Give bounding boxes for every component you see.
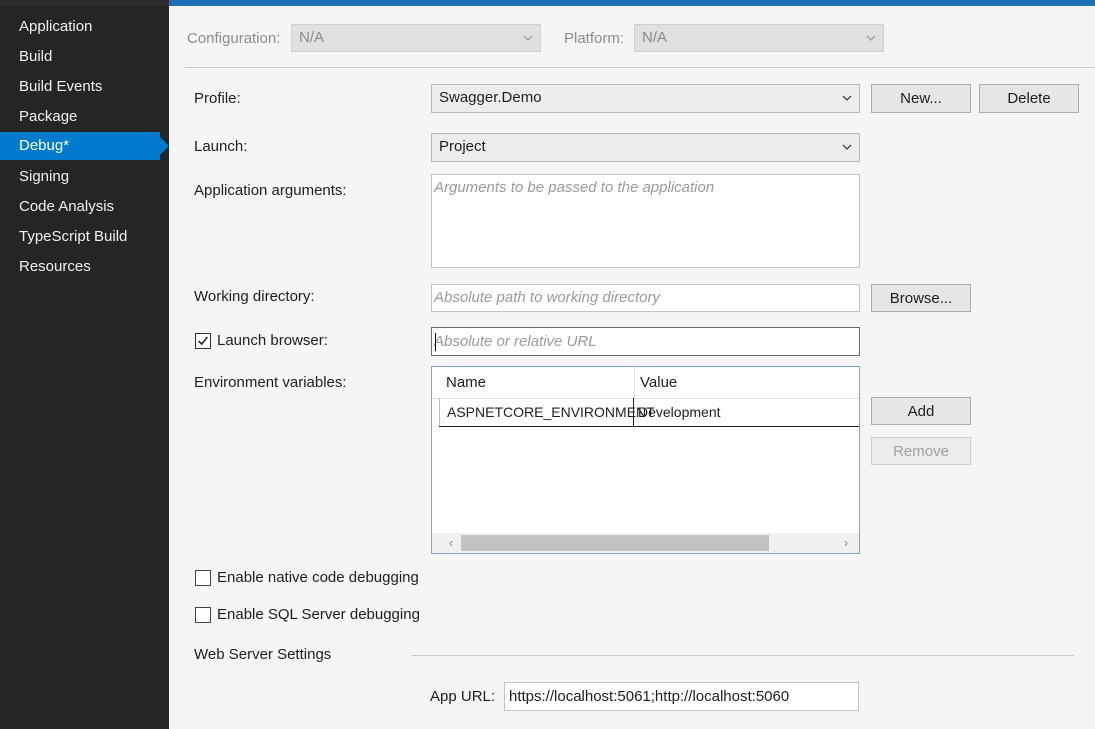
horizontal-scrollbar[interactable]: ‹ › [432,533,859,553]
sidebar-item-build-events[interactable]: Build Events [0,73,160,101]
working-dir-placeholder: Absolute path to working directory [434,289,660,306]
new-profile-button[interactable]: New... [871,84,971,113]
platform-dropdown[interactable]: N/A [634,24,884,52]
column-header-name[interactable]: Name [446,367,635,399]
text-caret [435,333,436,351]
app-url-input[interactable]: https://localhost:5061;http://localhost:… [504,682,859,711]
column-header-value[interactable]: Value [640,367,859,399]
sidebar-item-package[interactable]: Package [0,103,160,131]
sidebar-item-signing[interactable]: Signing [0,163,160,191]
delete-profile-button[interactable]: Delete [979,84,1079,113]
env-vars-grid[interactable]: Name Value ASPNETCORE_ENVIRONMENT Develo… [431,366,860,554]
app-args-input[interactable]: Arguments to be passed to the applicatio… [431,174,860,268]
sql-debug-label: Enable SQL Server debugging [217,606,420,623]
chevron-down-icon [523,35,533,41]
sidebar-item-debug[interactable]: Debug* [0,132,169,160]
checkmark-icon [198,336,208,346]
header-separator [185,67,1095,68]
profile-label: Profile: [194,90,241,107]
scroll-left-icon[interactable]: ‹ [442,533,460,553]
profile-dropdown[interactable]: Swagger.Demo [431,84,860,113]
configuration-value: N/A [299,29,325,46]
web-server-heading: Web Server Settings [194,646,332,663]
configuration-label: Configuration: [187,30,281,47]
chevron-down-icon [842,144,852,150]
sidebar-item-resources[interactable]: Resources [0,253,160,281]
sidebar-item-typescript-build[interactable]: TypeScript Build [0,223,160,251]
platform-label: Platform: [564,30,625,47]
sidebar-item-build[interactable]: Build [0,43,160,71]
app-args-placeholder: Arguments to be passed to the applicatio… [434,179,715,196]
launch-browser-label: Launch browser: [217,332,328,349]
env-var-value-cell[interactable]: Development [638,398,858,426]
sql-debug-checkbox[interactable] [195,607,211,623]
app-url-label: App URL: [430,688,496,705]
chevron-down-icon [842,95,852,101]
app-args-label: Application arguments: [194,182,347,199]
chevron-down-icon [866,35,876,41]
profile-value: Swagger.Demo [439,89,542,106]
remove-env-var-button[interactable]: Remove [871,437,971,465]
launch-dropdown[interactable]: Project [431,133,860,162]
launch-browser-url-input[interactable]: Absolute or relative URL [431,327,860,356]
working-dir-input[interactable]: Absolute path to working directory [431,284,860,312]
table-row[interactable]: ASPNETCORE_ENVIRONMENT Development [439,398,859,427]
launch-label: Launch: [194,138,248,155]
native-debug-checkbox[interactable] [195,570,211,586]
add-env-var-button[interactable]: Add [871,397,971,425]
launch-browser-placeholder: Absolute or relative URL [434,333,597,350]
sidebar-item-code-analysis[interactable]: Code Analysis [0,193,160,221]
sidebar-item-application[interactable]: Application [0,13,160,41]
app-url-value: https://localhost:5061;http://localhost:… [509,688,790,705]
browse-button[interactable]: Browse... [871,284,971,312]
env-vars-label: Environment variables: [194,374,347,391]
platform-value: N/A [642,29,668,46]
env-var-name-cell[interactable]: ASPNETCORE_ENVIRONMENT [439,398,655,426]
launch-value: Project [439,138,486,155]
launch-browser-checkbox[interactable] [195,333,211,349]
native-debug-label: Enable native code debugging [217,569,419,586]
scroll-right-icon[interactable]: › [837,533,855,553]
configuration-dropdown[interactable]: N/A [291,24,541,52]
scrollbar-thumb[interactable] [461,535,769,551]
working-dir-label: Working directory: [194,288,315,305]
sidebar: Application Build Build Events Package D… [0,6,169,729]
web-server-separator [411,655,1074,656]
